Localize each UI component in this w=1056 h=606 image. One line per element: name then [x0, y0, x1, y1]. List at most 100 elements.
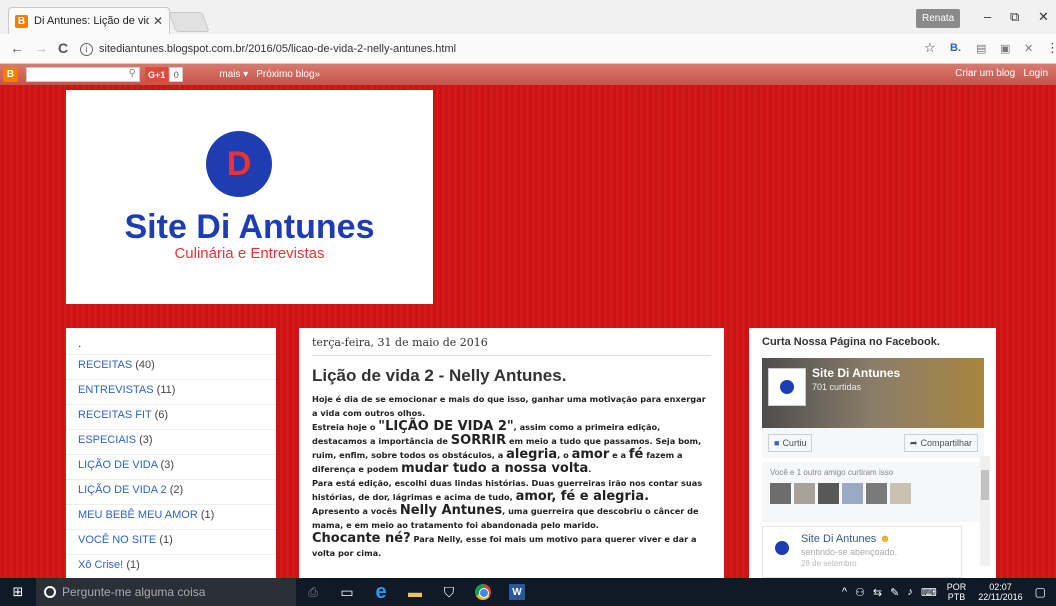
label-link[interactable]: VOCÊ NO SITE	[78, 534, 156, 546]
label-link[interactable]: LIÇÃO DE VIDA 2	[78, 484, 167, 496]
friend-avatar[interactable]	[890, 483, 911, 504]
search-icon[interactable]: ⚲	[129, 68, 136, 79]
facebook-scrollbar[interactable]	[980, 456, 990, 566]
friend-avatar[interactable]	[866, 483, 887, 504]
friend-avatar[interactable]	[794, 483, 815, 504]
login-link[interactable]: Login	[1024, 68, 1048, 79]
label-link[interactable]: Xô Crise!	[78, 559, 123, 571]
label-item[interactable]: RECEITAS (40)	[66, 355, 276, 380]
smile-emoji-icon: ☻	[879, 533, 891, 545]
maximize-icon[interactable]: ⧉	[1010, 9, 1019, 25]
scrollbar-thumb[interactable]	[981, 470, 989, 500]
clock[interactable]: 02:07 22/11/2016	[978, 582, 1022, 602]
label-item[interactable]: ESPECIAIS (3)	[66, 430, 276, 455]
address-bar[interactable]: i sitediantunes.blogspot.com.br/2016/05/…	[80, 38, 950, 60]
post-paragraph: Chocante né? Para Nelly, esse foi mais u…	[312, 532, 711, 560]
close-window-icon[interactable]: ✕	[1038, 9, 1049, 25]
text-span: SORRIR	[450, 433, 507, 448]
network-icon[interactable]: ⇆	[873, 586, 882, 599]
label-link[interactable]: ENTREVISTAS	[78, 384, 154, 396]
gplus-button[interactable]: G+1	[145, 67, 169, 82]
friend-avatar[interactable]	[770, 483, 791, 504]
label-link[interactable]: RECEITAS FIT	[78, 409, 152, 421]
post-timestamp[interactable]: 28 de setembro	[801, 559, 857, 568]
extension-doc-icon[interactable]: ▤	[976, 42, 986, 55]
label-item[interactable]: MEU BEBÊ MEU AMOR (1)	[66, 505, 276, 530]
label-item[interactable]: LIÇÃO DE VIDA 2 (2)	[66, 480, 276, 505]
blogger-favicon-icon: B	[15, 14, 28, 28]
keyboard-icon[interactable]: ⌨	[921, 586, 937, 599]
friend-avatar[interactable]	[842, 483, 863, 504]
post-status: sentindo-se abençoado.	[801, 547, 898, 557]
facebook-page-cover[interactable]: Site Di Antunes 701 curtidas	[762, 358, 984, 428]
browser-tab[interactable]: B Di Antunes: Lição de vida ✕	[8, 7, 170, 34]
more-menu[interactable]: mais ▾	[219, 69, 248, 80]
extension-b-icon[interactable]: B.	[950, 42, 961, 54]
like-button[interactable]: ■ Curtiu	[768, 434, 813, 452]
facebook-post[interactable]: Site Di Antunes ☻ sentindo-se abençoado.…	[762, 526, 962, 578]
facebook-widget: Curta Nossa Página no Facebook. Site Di …	[749, 328, 996, 578]
facebook-page-name[interactable]: Site Di Antunes	[812, 366, 900, 380]
chrome-icon[interactable]	[466, 578, 500, 606]
volume-icon[interactable]: ♪	[907, 586, 913, 598]
next-blog-link[interactable]: Próximo blog»	[256, 69, 320, 80]
post-author-name[interactable]: Site Di Antunes ☻	[801, 533, 891, 545]
logo-d-icon	[780, 380, 794, 394]
forward-icon[interactable]: →	[34, 40, 48, 56]
profile-button[interactable]: Renata	[916, 9, 961, 28]
label-link[interactable]: RECEITAS	[78, 359, 132, 371]
extension-x-icon[interactable]: ✕	[1024, 42, 1033, 55]
microphone-icon[interactable]: ⎙	[296, 578, 330, 606]
text-span: Apresento a vocês	[312, 506, 400, 516]
label-count: (1)	[159, 534, 173, 546]
share-button[interactable]: ➦ Compartilhar	[903, 434, 978, 452]
friend-avatar[interactable]	[818, 483, 839, 504]
chrome-logo	[475, 584, 491, 600]
label-item[interactable]: LIÇÃO DE VIDA (3)	[66, 455, 276, 480]
post-date: terça-feira, 31 de maio de 2016	[312, 336, 711, 356]
label-link[interactable]: LIÇÃO DE VIDA	[78, 459, 157, 471]
label-item[interactable]: Xô Crise! (1)	[66, 555, 276, 578]
cortana-search-box[interactable]: Pergunte-me alguma coisa	[36, 578, 296, 606]
label-link[interactable]: MEU BEBÊ MEU AMOR	[78, 509, 198, 521]
people-icon[interactable]: ⚇	[855, 586, 865, 599]
label-item[interactable]: RECEITAS FIT (6)	[66, 405, 276, 430]
minimize-icon[interactable]: –	[984, 9, 991, 24]
url-text[interactable]: sitediantunes.blogspot.com.br/2016/05/li…	[99, 43, 456, 55]
bookmark-star-icon[interactable]: ☆	[924, 40, 936, 56]
store-icon[interactable]: ⛉	[432, 578, 466, 606]
share-icon: ➦	[909, 437, 918, 448]
text-span: fé	[628, 447, 644, 462]
address-toolbar: ← → C i sitediantunes.blogspot.com.br/20…	[0, 34, 1056, 64]
new-tab-button[interactable]	[168, 12, 210, 32]
reload-icon[interactable]: C	[58, 40, 68, 56]
notifications-icon[interactable]: ▢	[1035, 585, 1046, 599]
pen-icon[interactable]: ✎	[890, 586, 899, 599]
label-item[interactable]: ENTREVISTAS (11)	[66, 380, 276, 405]
edge-icon[interactable]: e	[364, 578, 398, 606]
extension-frame-icon[interactable]: ▣	[1000, 42, 1010, 55]
blog-search-input[interactable]: ⚲	[26, 67, 140, 82]
tray-expand-icon[interactable]: ^	[842, 586, 847, 598]
post-author-avatar[interactable]	[769, 535, 795, 561]
file-explorer-icon[interactable]: ▬	[398, 578, 432, 606]
page-avatar[interactable]	[768, 368, 806, 406]
post-title[interactable]: Lição de vida 2 - Nelly Antunes.	[312, 366, 711, 386]
facebook-action-row: ■ Curtiu ➦ Compartilhar	[762, 428, 984, 458]
label-item[interactable]: VOCÊ NO SITE (1)	[66, 530, 276, 555]
label-link[interactable]: ESPECIAIS	[78, 434, 136, 446]
cortana-placeholder: Pergunte-me alguma coisa	[62, 585, 206, 599]
text-span: mudar tudo a nossa volta	[401, 461, 589, 476]
menu-icon[interactable]: ⋮	[1046, 40, 1056, 56]
back-icon[interactable]: ←	[10, 40, 24, 56]
blogger-logo-icon[interactable]: B	[3, 67, 18, 82]
input-language[interactable]: POR PTB	[947, 582, 967, 602]
task-view-icon[interactable]: ▭	[330, 578, 364, 606]
tab-close-icon[interactable]: ✕	[153, 14, 163, 28]
info-icon[interactable]: i	[80, 42, 93, 56]
create-blog-link[interactable]: Criar um blog	[955, 68, 1015, 79]
blog-header[interactable]: D Site Di Antunes Culinária e Entrevista…	[66, 90, 433, 304]
windows-start-icon[interactable]: ⊞	[0, 578, 36, 606]
word-icon[interactable]: W	[500, 578, 534, 606]
labels-sidebar: . RECEITAS (40) ENTREVISTAS (11) RECEITA…	[66, 328, 276, 578]
